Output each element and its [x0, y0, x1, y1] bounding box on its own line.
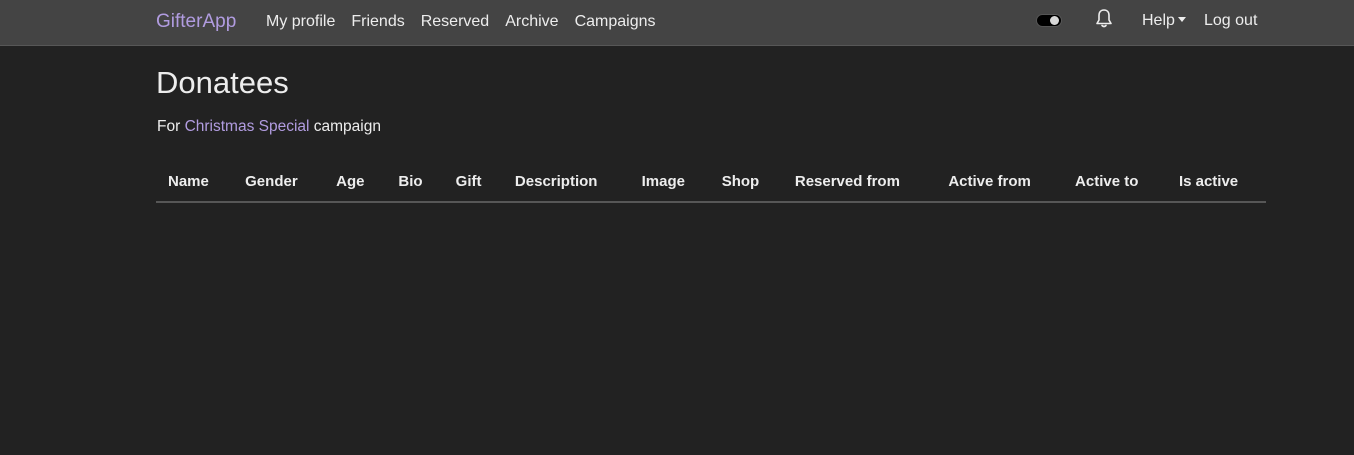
column-header-age: Age [324, 161, 387, 203]
column-header-active-to: Active to [1063, 161, 1167, 203]
column-header-image: Image [629, 161, 710, 203]
column-header-description: Description [502, 161, 630, 203]
nav-archive[interactable]: Archive [505, 13, 558, 31]
subtitle-suffix: campaign [309, 118, 381, 135]
column-header-name: Name [156, 161, 234, 203]
column-header-active-from: Active from [936, 161, 1064, 203]
campaign-subtitle: For Christmas Special campaign [157, 118, 381, 136]
donatees-table: Name Gender Age Bio Gift Description Ima… [156, 161, 1266, 203]
caret-down-icon [1177, 17, 1186, 22]
bell-icon[interactable] [1094, 8, 1114, 30]
column-header-gender: Gender [233, 161, 325, 203]
page-title: Donatees [156, 65, 289, 100]
table-header-row: Name Gender Age Bio Gift Description Ima… [156, 161, 1266, 203]
subtitle-prefix: For [157, 118, 185, 135]
help-label: Help [1142, 12, 1175, 29]
nav-friends[interactable]: Friends [351, 13, 404, 31]
nav-reserved[interactable]: Reserved [421, 13, 489, 31]
column-header-bio: Bio [386, 161, 444, 203]
nav-campaigns[interactable]: Campaigns [575, 13, 656, 31]
brand-link[interactable]: GifterApp [156, 11, 236, 33]
column-header-shop: Shop [709, 161, 783, 203]
column-header-reserved-from: Reserved from [782, 161, 937, 203]
column-header-is-active: Is active [1166, 161, 1266, 203]
top-navbar: GifterApp My profile Friends Reserved Ar… [0, 0, 1354, 46]
logout-link[interactable]: Log out [1204, 12, 1257, 30]
column-header-gift: Gift [443, 161, 503, 203]
nav-my-profile[interactable]: My profile [266, 13, 335, 31]
toggle-knob [1050, 16, 1059, 25]
campaign-link[interactable]: Christmas Special [185, 118, 310, 135]
theme-toggle-icon[interactable] [1036, 14, 1062, 27]
nav-links: My profile Friends Reserved Archive Camp… [266, 13, 656, 31]
help-dropdown[interactable]: Help [1142, 12, 1186, 30]
